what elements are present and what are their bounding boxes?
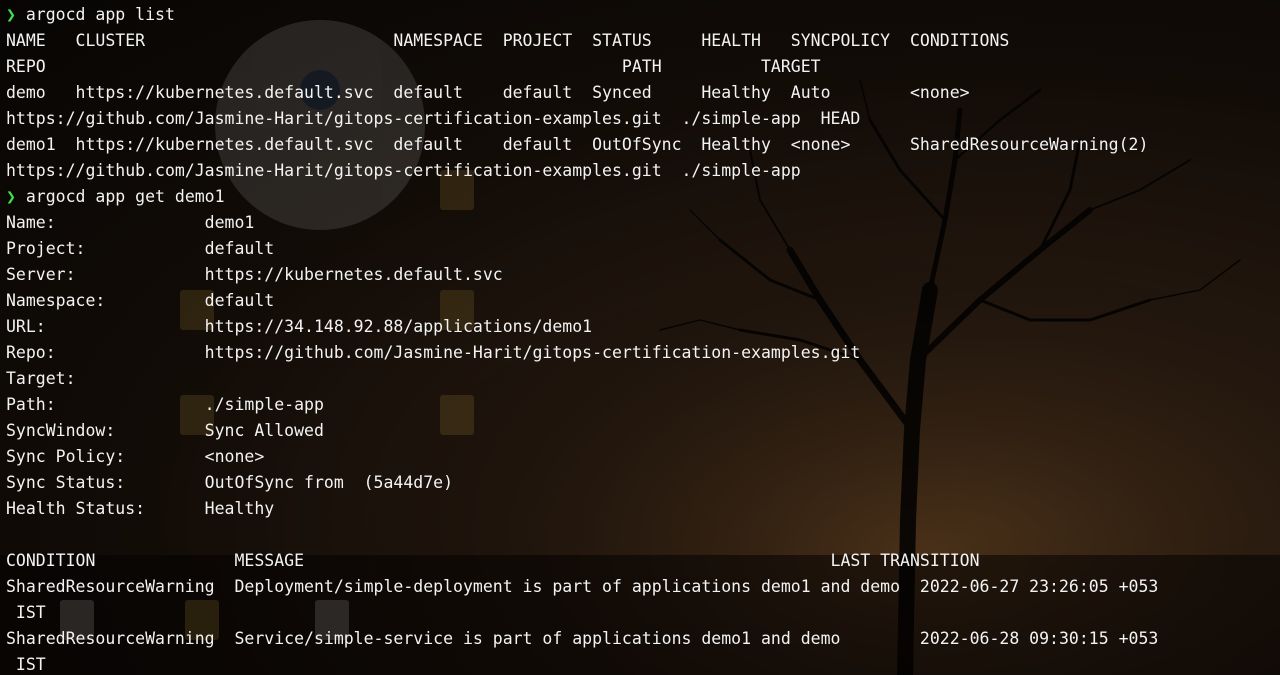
output-line: Server: https://kubernetes.default.svc — [6, 265, 503, 284]
output-line: SharedResourceWarning Deployment/simple-… — [6, 577, 1159, 596]
output-line: Project: default — [6, 239, 275, 258]
prompt-arrow-icon: ❯ — [6, 187, 16, 206]
output-line: Target: — [6, 369, 76, 388]
output-line: Repo: https://github.com/Jasmine-Harit/g… — [6, 343, 861, 362]
output-line: SharedResourceWarning Service/simple-ser… — [6, 629, 1159, 648]
terminal-output: ❯ argocd app list NAME CLUSTER NAMESPACE … — [6, 2, 1280, 675]
output-line: demo https://kubernetes.default.svc defa… — [6, 83, 970, 102]
output-line: Path: ./simple-app — [6, 395, 324, 414]
output-line: REPO PATH TARGET — [6, 57, 821, 76]
output-line: https://github.com/Jasmine-Harit/gitops-… — [6, 161, 801, 180]
output-line: Namespace: default — [6, 291, 275, 310]
output-line: Health Status: Healthy — [6, 499, 275, 518]
command-line: ❯ argocd app get demo1 — [6, 184, 1280, 210]
output-line: Sync Policy: <none> — [6, 447, 265, 466]
command-text: argocd app get demo1 — [15, 187, 225, 206]
output-line: CONDITION MESSAGE LAST TRANSITION — [6, 551, 980, 570]
output-line: URL: https://34.148.92.88/applications/d… — [6, 317, 593, 336]
output-line: IST — [6, 603, 46, 622]
output-line: https://github.com/Jasmine-Harit/gitops-… — [6, 109, 861, 128]
output-line: demo1 https://kubernetes.default.svc def… — [6, 135, 1149, 154]
command-line: ❯ argocd app list — [6, 2, 1280, 28]
output-line: Name: demo1 — [6, 213, 255, 232]
output-line: SyncWindow: Sync Allowed — [6, 421, 324, 440]
output-line: NAME CLUSTER NAMESPACE PROJECT STATUS HE… — [6, 31, 1010, 50]
command-text: argocd app list — [15, 5, 175, 24]
prompt-arrow-icon: ❯ — [6, 5, 16, 24]
output-line: IST — [6, 655, 46, 674]
output-line: Sync Status: OutOfSync from (5a44d7e) — [6, 473, 454, 492]
